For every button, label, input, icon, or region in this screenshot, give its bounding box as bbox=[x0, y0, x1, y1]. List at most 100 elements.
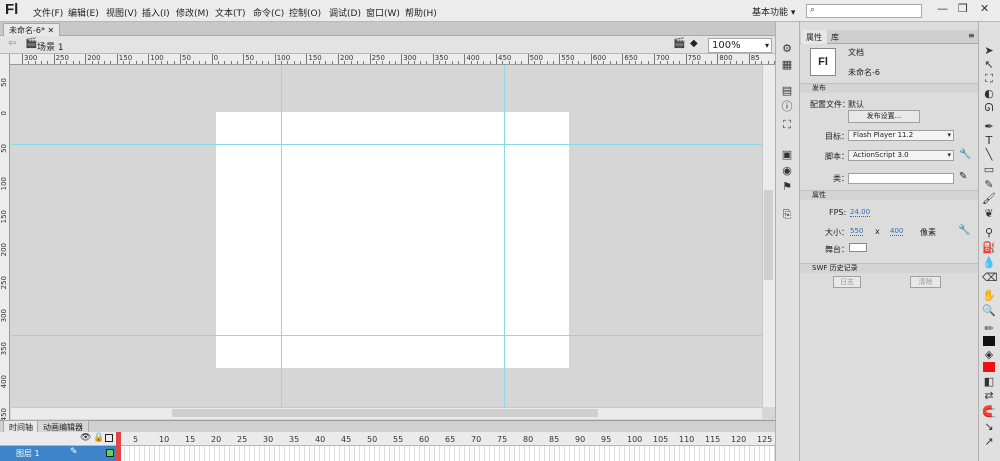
panel-menu-icon[interactable]: ≡ bbox=[968, 31, 975, 40]
tab-properties[interactable]: 属性 bbox=[801, 30, 827, 44]
subselection-tool-icon[interactable]: ↖ bbox=[982, 58, 996, 72]
menu-file[interactable]: 文件(F) bbox=[33, 6, 63, 19]
deco-tool-icon[interactable]: ❦ bbox=[982, 207, 996, 221]
eyedropper-tool-icon[interactable]: 💧 bbox=[982, 256, 996, 270]
close-tab-icon[interactable]: ✕ bbox=[48, 26, 55, 35]
menu-help[interactable]: 帮助(H) bbox=[405, 6, 437, 19]
fill-color-swatch[interactable] bbox=[983, 362, 995, 372]
menu-modify[interactable]: 修改(M) bbox=[176, 6, 209, 19]
menu-edit[interactable]: 编辑(E) bbox=[68, 6, 99, 19]
properties-section-header[interactable]: 属性 bbox=[800, 190, 978, 200]
menu-commands[interactable]: 命令(C) bbox=[253, 6, 284, 19]
pencil-icon[interactable]: ✎ bbox=[959, 171, 967, 182]
class-input[interactable] bbox=[848, 173, 954, 184]
tab-library[interactable]: 库 bbox=[826, 30, 844, 44]
history-icon[interactable]: ⎘ bbox=[780, 208, 794, 222]
swf-history-section-header[interactable]: SWF 历史记录 bbox=[800, 263, 978, 273]
library-icon[interactable]: ▣ bbox=[780, 148, 794, 162]
wrench-icon[interactable]: 🔧 bbox=[958, 225, 970, 236]
pasteboard[interactable] bbox=[11, 65, 762, 407]
menu-text[interactable]: 文本(T) bbox=[215, 6, 246, 19]
straighten-icon[interactable]: ↗ bbox=[982, 435, 996, 449]
vertical-guide[interactable] bbox=[504, 65, 505, 407]
restore-icon[interactable]: ❐ bbox=[958, 2, 968, 15]
publish-section-header[interactable]: 发布 bbox=[800, 83, 978, 93]
menu-insert[interactable]: 插入(I) bbox=[142, 6, 170, 19]
ruler-tick bbox=[331, 61, 333, 64]
frames-area[interactable] bbox=[120, 446, 775, 461]
script-select[interactable]: ActionScript 3.0 ▾ bbox=[848, 150, 954, 161]
default-colors-icon[interactable]: ◧ bbox=[982, 375, 996, 389]
vertical-scroll-thumb[interactable] bbox=[764, 190, 773, 280]
motion-presets-icon[interactable]: ◉ bbox=[780, 164, 794, 178]
pen-tool-icon[interactable]: ✒ bbox=[982, 120, 996, 134]
pencil-tool-icon[interactable]: ✎ bbox=[982, 178, 996, 192]
transform-icon[interactable]: ⛶ bbox=[780, 118, 794, 132]
line-tool-icon[interactable]: ╲ bbox=[982, 148, 996, 162]
horizontal-guide[interactable] bbox=[11, 335, 762, 336]
ruler-tick bbox=[622, 54, 624, 64]
layer-row[interactable]: 图层 1 ✎ bbox=[0, 446, 118, 461]
log-button[interactable]: 日志 bbox=[833, 276, 861, 288]
tab-motion-editor[interactable]: 动画编辑器 bbox=[37, 420, 89, 432]
free-transform-tool-icon[interactable]: ⛶ bbox=[982, 72, 996, 86]
edit-scene-icon[interactable]: 🎬 bbox=[673, 38, 685, 49]
align-icon[interactable]: ⚙ bbox=[780, 42, 794, 56]
selection-tool-icon[interactable]: ➤ bbox=[982, 44, 996, 58]
info-icon[interactable]: ⓘ bbox=[780, 100, 794, 114]
outline-icon[interactable] bbox=[105, 434, 113, 442]
workspace-switcher[interactable]: 基本功能 ▾ bbox=[752, 5, 795, 18]
components-icon[interactable]: ⚑ bbox=[780, 180, 794, 194]
hand-tool-icon[interactable]: ✋ bbox=[982, 289, 996, 303]
3d-rotation-tool-icon[interactable]: ◐ bbox=[982, 87, 996, 101]
publish-settings-button[interactable]: 发布设置... bbox=[848, 110, 920, 123]
target-select[interactable]: Flash Player 11.2 ▾ bbox=[848, 130, 954, 141]
stroke-color-swatch[interactable] bbox=[983, 336, 995, 346]
snap-icon[interactable]: 🧲 bbox=[982, 405, 996, 419]
back-arrow-icon[interactable]: ⇦ bbox=[8, 38, 16, 49]
paint-bucket-tool-icon[interactable]: ⛽ bbox=[982, 241, 996, 255]
menu-window[interactable]: 窗口(W) bbox=[366, 6, 400, 19]
brush-tool-icon[interactable]: 🖌 bbox=[982, 192, 996, 206]
swap-colors-icon[interactable]: ⇄ bbox=[982, 389, 996, 403]
eye-icon[interactable]: 👁 bbox=[80, 433, 91, 443]
menu-view[interactable]: 视图(V) bbox=[106, 6, 137, 19]
wrench-icon[interactable]: 🔧 bbox=[959, 149, 971, 160]
bone-tool-icon[interactable]: ⚲ bbox=[982, 226, 996, 240]
ruler-tick bbox=[628, 61, 630, 64]
close-icon[interactable]: ✕ bbox=[980, 2, 989, 15]
playhead[interactable] bbox=[116, 432, 121, 461]
layer-color-icon[interactable] bbox=[106, 449, 114, 457]
color-icon[interactable]: ▦ bbox=[780, 58, 794, 72]
stage-color-swatch[interactable] bbox=[849, 243, 867, 252]
smooth-icon[interactable]: ↘ bbox=[982, 420, 996, 434]
layer-name[interactable]: 图层 1 bbox=[16, 448, 40, 459]
stroke-color-icon[interactable]: ✏ bbox=[982, 322, 996, 336]
ruler-tick bbox=[186, 61, 188, 64]
tab-timeline[interactable]: 时间轴 bbox=[3, 420, 39, 432]
zoom-tool-icon[interactable]: 🔍 bbox=[982, 304, 996, 318]
rectangle-tool-icon[interactable]: ▭ bbox=[982, 163, 996, 177]
vertical-guide[interactable] bbox=[281, 65, 282, 407]
fill-color-icon[interactable]: ◈ bbox=[982, 348, 996, 362]
menu-control[interactable]: 控制(O) bbox=[289, 6, 321, 19]
width-value[interactable]: 550 bbox=[850, 227, 864, 236]
swatches-icon[interactable]: ▤ bbox=[780, 84, 794, 98]
help-search-input[interactable]: ⌕ bbox=[806, 4, 922, 18]
zoom-select[interactable]: 100% ▾ bbox=[708, 38, 772, 53]
menu-debug[interactable]: 调试(D) bbox=[329, 6, 361, 19]
text-tool-icon[interactable]: T bbox=[982, 134, 996, 148]
ruler-tick bbox=[287, 61, 289, 64]
edit-symbols-icon[interactable]: ◆ bbox=[690, 38, 698, 49]
document-tab[interactable]: 未命名-6* ✕ bbox=[3, 23, 61, 36]
stage[interactable] bbox=[216, 112, 569, 368]
eraser-tool-icon[interactable]: ⌫ bbox=[982, 271, 998, 285]
lasso-tool-icon[interactable]: ᘏ bbox=[982, 101, 996, 115]
horizontal-scroll-thumb[interactable] bbox=[172, 409, 598, 417]
lock-icon[interactable]: 🔒 bbox=[93, 433, 104, 443]
minimize-icon[interactable]: — bbox=[937, 2, 948, 15]
horizontal-guide[interactable] bbox=[11, 144, 762, 145]
clear-button[interactable]: 清除 bbox=[910, 276, 941, 288]
height-value[interactable]: 400 bbox=[890, 227, 904, 236]
fps-value[interactable]: 24.00 bbox=[850, 208, 871, 217]
